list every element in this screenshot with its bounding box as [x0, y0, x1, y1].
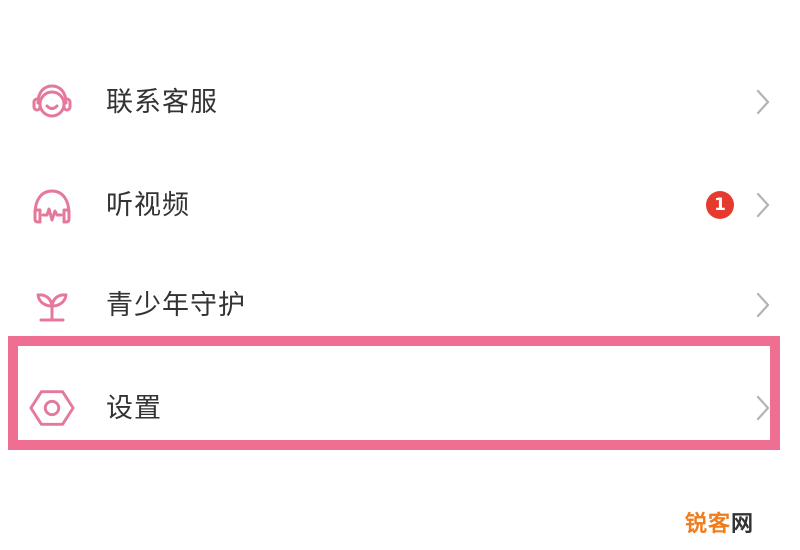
menu-item-customer-service[interactable]: 联系客服 — [0, 52, 800, 152]
sprout-icon — [28, 281, 76, 329]
settings-menu-page: 联系客服 听视频 1 青少年守护 设置 锐客网 — [0, 0, 800, 550]
chevron-right-icon — [754, 87, 772, 117]
watermark-logo: 锐客网 — [684, 512, 754, 537]
menu-item-label: 联系客服 — [106, 86, 218, 118]
customer-service-icon — [28, 78, 76, 126]
headphones-icon — [28, 181, 76, 229]
chevron-right-icon — [754, 190, 772, 220]
menu-item-listen-video[interactable]: 听视频 1 — [0, 155, 800, 255]
menu-item-label: 设置 — [106, 392, 162, 424]
settings-hex-icon — [28, 384, 76, 432]
chevron-right-icon — [754, 393, 772, 423]
menu-item-youth-protection[interactable]: 青少年守护 — [0, 255, 800, 355]
chevron-right-icon — [754, 290, 772, 320]
menu-item-label: 青少年守护 — [106, 289, 246, 321]
menu-item-settings[interactable]: 设置 — [0, 358, 800, 458]
menu-item-label: 听视频 — [106, 189, 190, 221]
notification-badge: 1 — [706, 191, 734, 219]
